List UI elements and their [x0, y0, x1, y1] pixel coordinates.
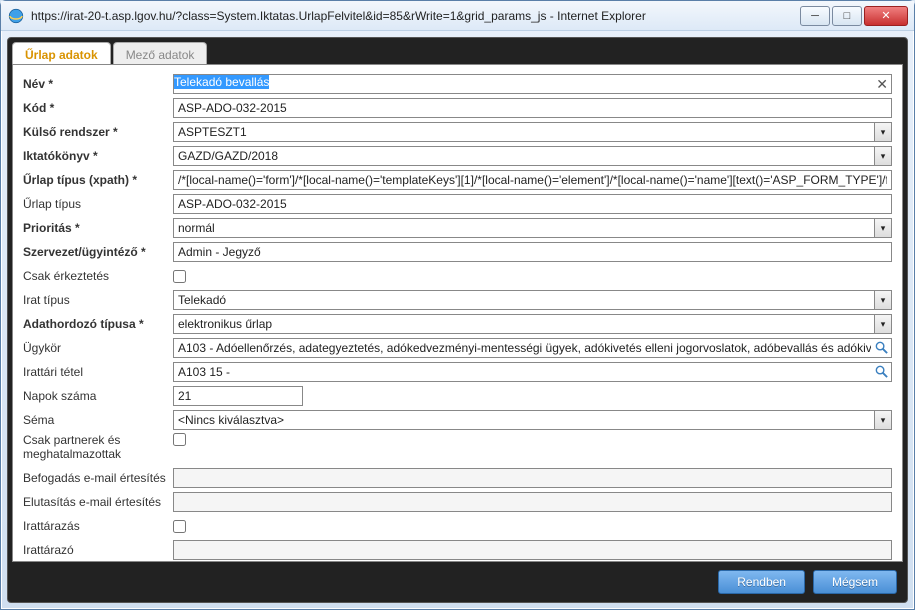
select-adathordozo[interactable] — [173, 314, 892, 334]
label-szervezet: Szervezet/ügyintéző * — [23, 245, 173, 259]
label-irattipus: Irat típus — [23, 293, 173, 307]
row-csakpartner: Csak partnerek és meghatalmazottak — [23, 433, 892, 465]
row-iktatokonyv: Iktatókönyv * ▾ — [23, 145, 892, 167]
row-adathordozo: Adathordozó típusa * ▾ — [23, 313, 892, 335]
input-irattarazo[interactable] — [173, 540, 892, 560]
clear-nev-icon[interactable]: ✕ — [876, 76, 888, 93]
label-urlaptipusxpath: Űrlap típus (xpath) * — [23, 173, 173, 187]
input-irattari[interactable] — [173, 362, 892, 382]
cancel-button[interactable]: Mégsem — [813, 570, 897, 594]
field-nev: Telekadó bevallás ✕ — [173, 74, 892, 94]
input-szervezet[interactable] — [173, 242, 892, 262]
main-panel: Űrlap adatok Mező adatok Név * Telekadó … — [7, 37, 908, 603]
form-pane: Név * Telekadó bevallás ✕ Kód * Külső re… — [12, 64, 903, 562]
select-irattipus[interactable] — [173, 290, 892, 310]
label-irattarazas: Irattárazás — [23, 519, 173, 533]
label-urlaptipus: Űrlap típus — [23, 197, 173, 211]
label-nev: Név * — [23, 77, 173, 91]
input-befogadas[interactable] — [173, 468, 892, 488]
window-title: https://irat-20-t.asp.lgov.hu/?class=Sys… — [31, 9, 798, 23]
label-kulso: Külső rendszer * — [23, 125, 173, 139]
search-icon[interactable] — [874, 364, 889, 379]
row-irattarazo: Irattárazó — [23, 539, 892, 561]
label-sema: Séma — [23, 413, 173, 427]
row-kulso: Külső rendszer * ▾ — [23, 121, 892, 143]
select-iktatokonyv[interactable] — [173, 146, 892, 166]
label-napok: Napok száma — [23, 389, 173, 403]
label-csakpartner: Csak partnerek és meghatalmazottak — [23, 433, 173, 461]
content-wrapper: Űrlap adatok Mező adatok Név * Telekadó … — [1, 31, 914, 609]
checkbox-irattarazas[interactable] — [173, 520, 186, 533]
titlebar: https://irat-20-t.asp.lgov.hu/?class=Sys… — [1, 1, 914, 31]
close-button[interactable]: ✕ — [864, 6, 908, 26]
nev-selected-text: Telekadó bevallás — [174, 75, 269, 89]
row-prioritas: Prioritás * ▾ — [23, 217, 892, 239]
row-csakerk: Csak érkeztetés — [23, 265, 892, 287]
row-befogadas: Befogadás e-mail értesítés — [23, 467, 892, 489]
input-urlaptipus[interactable] — [173, 194, 892, 214]
input-nev[interactable]: Telekadó bevallás — [173, 74, 892, 94]
window-controls: ─ □ ✕ — [798, 6, 908, 26]
row-kod: Kód * — [23, 97, 892, 119]
label-csakerk: Csak érkeztetés — [23, 269, 173, 283]
label-kod: Kód * — [23, 101, 173, 115]
label-befogadas: Befogadás e-mail értesítés — [23, 471, 173, 485]
input-kod[interactable] — [173, 98, 892, 118]
row-irattipus: Irat típus ▾ — [23, 289, 892, 311]
label-prioritas: Prioritás * — [23, 221, 173, 235]
ok-button[interactable]: Rendben — [718, 570, 805, 594]
row-urlaptipusxpath: Űrlap típus (xpath) * — [23, 169, 892, 191]
label-ugykor: Ügykör — [23, 341, 173, 355]
search-icon[interactable] — [874, 340, 889, 355]
row-sema: Séma ▾ — [23, 409, 892, 431]
row-elutasitas: Elutasítás e-mail értesítés — [23, 491, 892, 513]
label-elutasitas: Elutasítás e-mail értesítés — [23, 495, 173, 509]
select-kulso[interactable] — [173, 122, 892, 142]
maximize-button[interactable]: □ — [832, 6, 862, 26]
input-ugykor[interactable] — [173, 338, 892, 358]
input-napok[interactable] — [173, 386, 303, 406]
ie-icon — [7, 7, 25, 25]
select-prioritas[interactable] — [173, 218, 892, 238]
row-szervezet: Szervezet/ügyintéző * — [23, 241, 892, 263]
row-irattarazas: Irattárazás — [23, 515, 892, 537]
input-elutasitas[interactable] — [173, 492, 892, 512]
label-irattari: Irattári tétel — [23, 365, 173, 379]
minimize-button[interactable]: ─ — [800, 6, 830, 26]
label-adathordozo: Adathordozó típusa * — [23, 317, 173, 331]
row-irattari: Irattári tétel — [23, 361, 892, 383]
footer-buttons: Rendben Mégsem — [718, 570, 897, 594]
row-napok: Napok száma — [23, 385, 892, 407]
label-irattarazo: Irattárazó — [23, 543, 173, 557]
window: https://irat-20-t.asp.lgov.hu/?class=Sys… — [0, 0, 915, 610]
label-iktatokonyv: Iktatókönyv * — [23, 149, 173, 163]
checkbox-csakerk[interactable] — [173, 270, 186, 283]
checkbox-csakpartner[interactable] — [173, 433, 186, 446]
row-urlaptipus: Űrlap típus — [23, 193, 892, 215]
select-sema[interactable] — [173, 410, 892, 430]
row-ugykor: Ügykör — [23, 337, 892, 359]
row-nev: Név * Telekadó bevallás ✕ — [23, 73, 892, 95]
input-urlaptipusxpath[interactable] — [173, 170, 892, 190]
